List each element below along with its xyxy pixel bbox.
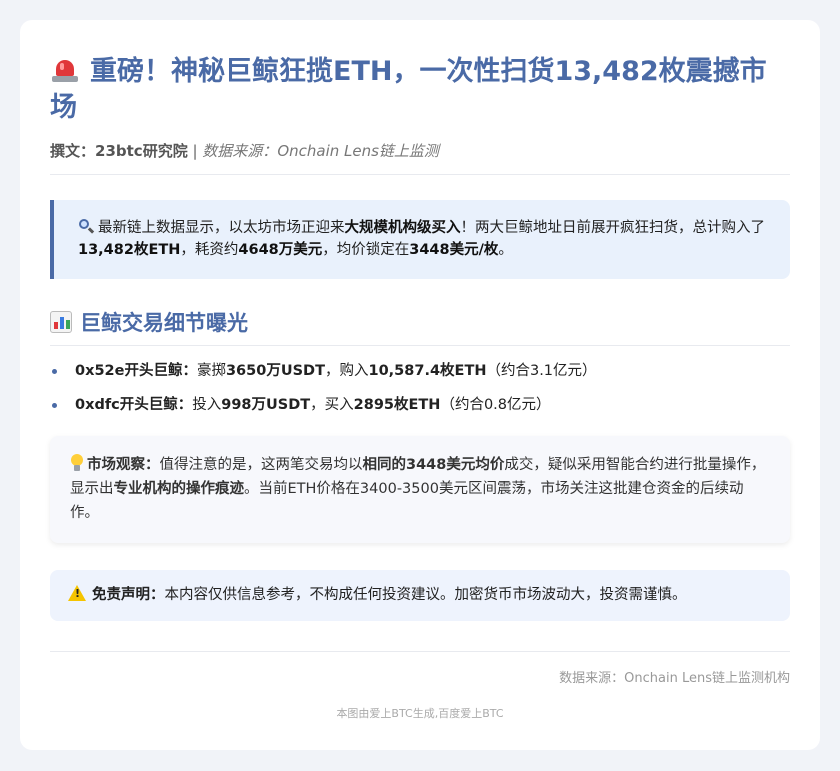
divider [50,174,790,175]
emphasis-text: 998万USDT [221,397,311,413]
list-item: 0x52e开头巨鲸：豪掷3650万USDT，购入10,587.4枚ETH（约合3… [50,360,790,382]
article-title: 重磅！神秘巨鲸狂揽ETH，一次性扫货13,482枚震撼市场 [50,54,790,126]
body-text: ，买入 [310,397,354,413]
emphasis-text: 3448美元/枚 [409,242,499,258]
body-text: 投入 [192,397,222,413]
market-insight-callout: 市场观察：值得注意的是，这两笔交易均以相同的3448美元均价成交，疑似采用智能合… [50,436,790,543]
source-label: 数据来源： [202,142,278,160]
body-text: ，购入 [324,363,369,379]
section-heading-text: 巨鲸交易细节曝光 [80,311,248,335]
emphasis-text: 相同的3448美元均价 [362,457,505,473]
emphasis-text: 10,587.4枚ETH [368,363,487,379]
body-text: （约合3.1亿元） [486,363,597,379]
emphasis-text: 市场观察： [87,457,160,473]
source-name: Onchain Lens链上监测 [277,142,439,160]
emphasis-text: 0xdfc开头巨鲸： [75,397,193,413]
emphasis-text: 3650万USDT [225,363,325,379]
article-title-text: 重磅！神秘巨鲸狂揽ETH，一次性扫货13,482枚震撼市场 [50,56,767,123]
emphasis-text: 大规模机构级买入 [344,220,461,236]
magnifier-icon [78,218,95,234]
body-text: 值得注意的是，这两笔交易均以 [159,457,363,473]
section-heading: 巨鲸交易细节曝光 [50,309,790,337]
body-text: （约合0.8亿元） [440,397,551,413]
lightbulb-icon [70,454,84,472]
emphasis-text: 2895枚ETH [353,397,441,413]
body-text: 最新链上数据显示，以太坊市场正迎来 [98,220,345,236]
body-text: ，耗资约 [180,242,239,258]
intro-callout: 最新链上数据显示，以太坊市场正迎来大规模机构级买入！两大巨鲸地址日前展开疯狂扫货… [50,200,790,279]
bar-chart-icon [50,311,72,333]
footer-source: 数据来源：Onchain Lens链上监测机构 [559,671,790,686]
emphasis-text: 专业机构的操作痕迹 [113,481,245,497]
body-text: ！两大巨鲸地址日前展开疯狂扫货，总计购入了 [460,220,766,236]
author-label: 撰文： [50,142,96,160]
divider [50,651,790,652]
siren-icon [50,57,80,83]
body-text: 本内容仅供信息参考，不构成任何投资建议。加密货币市场波动大，投资需谨慎。 [164,587,687,603]
author-name: 23btc研究院 [95,142,188,160]
intro-text: 最新链上数据显示，以太坊市场正迎来大规模机构级买入！两大巨鲸地址日前展开疯狂扫货… [78,220,765,258]
emphasis-text: 13,482枚ETH [78,242,181,258]
watermark: 本图由爱上BTC生成,百度爱上BTC [336,707,504,720]
emphasis-text: 0x52e开头巨鲸： [75,363,197,379]
body-text: 豪掷 [196,363,226,379]
body-text: ，均价锁定在 [322,242,410,258]
disclaimer-text: 免责声明：本内容仅供信息参考，不构成任何投资建议。加密货币市场波动大，投资需谨慎… [92,587,687,603]
divider [50,345,790,346]
disclaimer-callout: 免责声明：本内容仅供信息参考，不构成任何投资建议。加密货币市场波动大，投资需谨慎… [50,570,790,621]
list-item: 0xdfc开头巨鲸：投入998万USDT，买入2895枚ETH（约合0.8亿元） [50,394,790,416]
meta-separator: | [187,142,203,160]
body-text: 。 [498,242,513,258]
emphasis-text: 4648万美元 [238,242,323,258]
article-card: 重磅！神秘巨鲸狂揽ETH，一次性扫货13,482枚震撼市场 撰文：23btc研究… [20,20,820,750]
warning-icon [68,585,86,601]
article-meta: 撰文：23btc研究院 | 数据来源：Onchain Lens链上监测 [50,140,790,162]
insight-text: 市场观察：值得注意的是，这两笔交易均以相同的3448美元均价成交，疑似采用智能合… [70,457,765,521]
whale-list: 0x52e开头巨鲸：豪掷3650万USDT，购入10,587.4枚ETH（约合3… [50,360,790,416]
emphasis-text: 免责声明： [92,587,165,603]
